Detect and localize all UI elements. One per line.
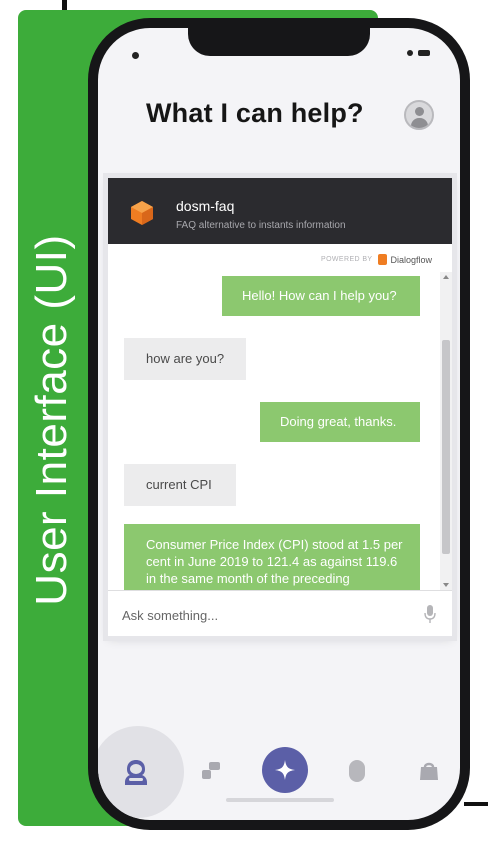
tab-bag[interactable] (414, 756, 444, 786)
bag-icon (420, 762, 438, 780)
dialogflow-label: Dialogflow (390, 254, 432, 265)
camera-dot-icon (132, 52, 139, 59)
user-avatar-button[interactable] (404, 100, 434, 130)
message-input-row (108, 590, 452, 636)
message-input[interactable] (120, 604, 404, 626)
avatar-body (411, 118, 428, 128)
bot-description: FAQ alternative to instants information (176, 220, 346, 231)
scroll-down-icon[interactable] (443, 583, 449, 587)
scroll-up-icon[interactable] (443, 275, 449, 279)
tab-discover[interactable] (262, 747, 308, 793)
battery-icon (418, 50, 430, 56)
user-message: current CPI (124, 464, 236, 506)
powered-by-label: POWERED BY (321, 256, 373, 263)
figure-label: User Interface (UI) (27, 234, 76, 606)
bottom-tab-bar (98, 718, 460, 820)
bot-message: Hello! How can I help you? (222, 276, 420, 316)
user-message: how are you? (124, 338, 246, 380)
tab-music[interactable] (196, 756, 226, 786)
tab-ideas[interactable] (342, 756, 372, 786)
status-icons (407, 50, 430, 56)
bot-message: Consumer Price Index (CPI) stood at 1.5 … (124, 524, 420, 592)
message-scrollbar[interactable] (440, 272, 452, 590)
notch (188, 28, 370, 56)
chat-header: dosm-faq FAQ alternative to instants inf… (108, 178, 452, 244)
message-list: Hello! How can I help you? how are you? … (108, 272, 440, 592)
dialogflow-icon (378, 254, 388, 265)
bot-message: Doing great, thanks. (260, 402, 420, 442)
microphone-icon[interactable] (424, 605, 436, 623)
music-note-icon (202, 762, 220, 779)
profile-icon (125, 760, 147, 785)
phone-screen: What I can help? dosm-faq FAQ alternativ… (98, 28, 460, 820)
bot-name: dosm-faq (176, 198, 235, 214)
page-title: What I can help? (146, 98, 364, 128)
dialogflow-logo: Dialogflow (378, 254, 432, 265)
tab-profile[interactable] (118, 754, 154, 790)
signal-icon (407, 50, 413, 56)
bot-cube-icon (131, 201, 153, 225)
phone-frame: What I can help? dosm-faq FAQ alternativ… (88, 18, 470, 830)
bottom-right-line (464, 802, 488, 806)
sparkle-icon (275, 760, 295, 780)
home-indicator[interactable] (226, 798, 334, 802)
lightbulb-icon (349, 760, 365, 782)
chat-widget: dosm-faq FAQ alternative to instants inf… (108, 178, 452, 636)
powered-by: POWERED BY Dialogflow (321, 254, 432, 265)
scroll-thumb[interactable] (442, 340, 450, 554)
avatar-head (415, 107, 424, 116)
